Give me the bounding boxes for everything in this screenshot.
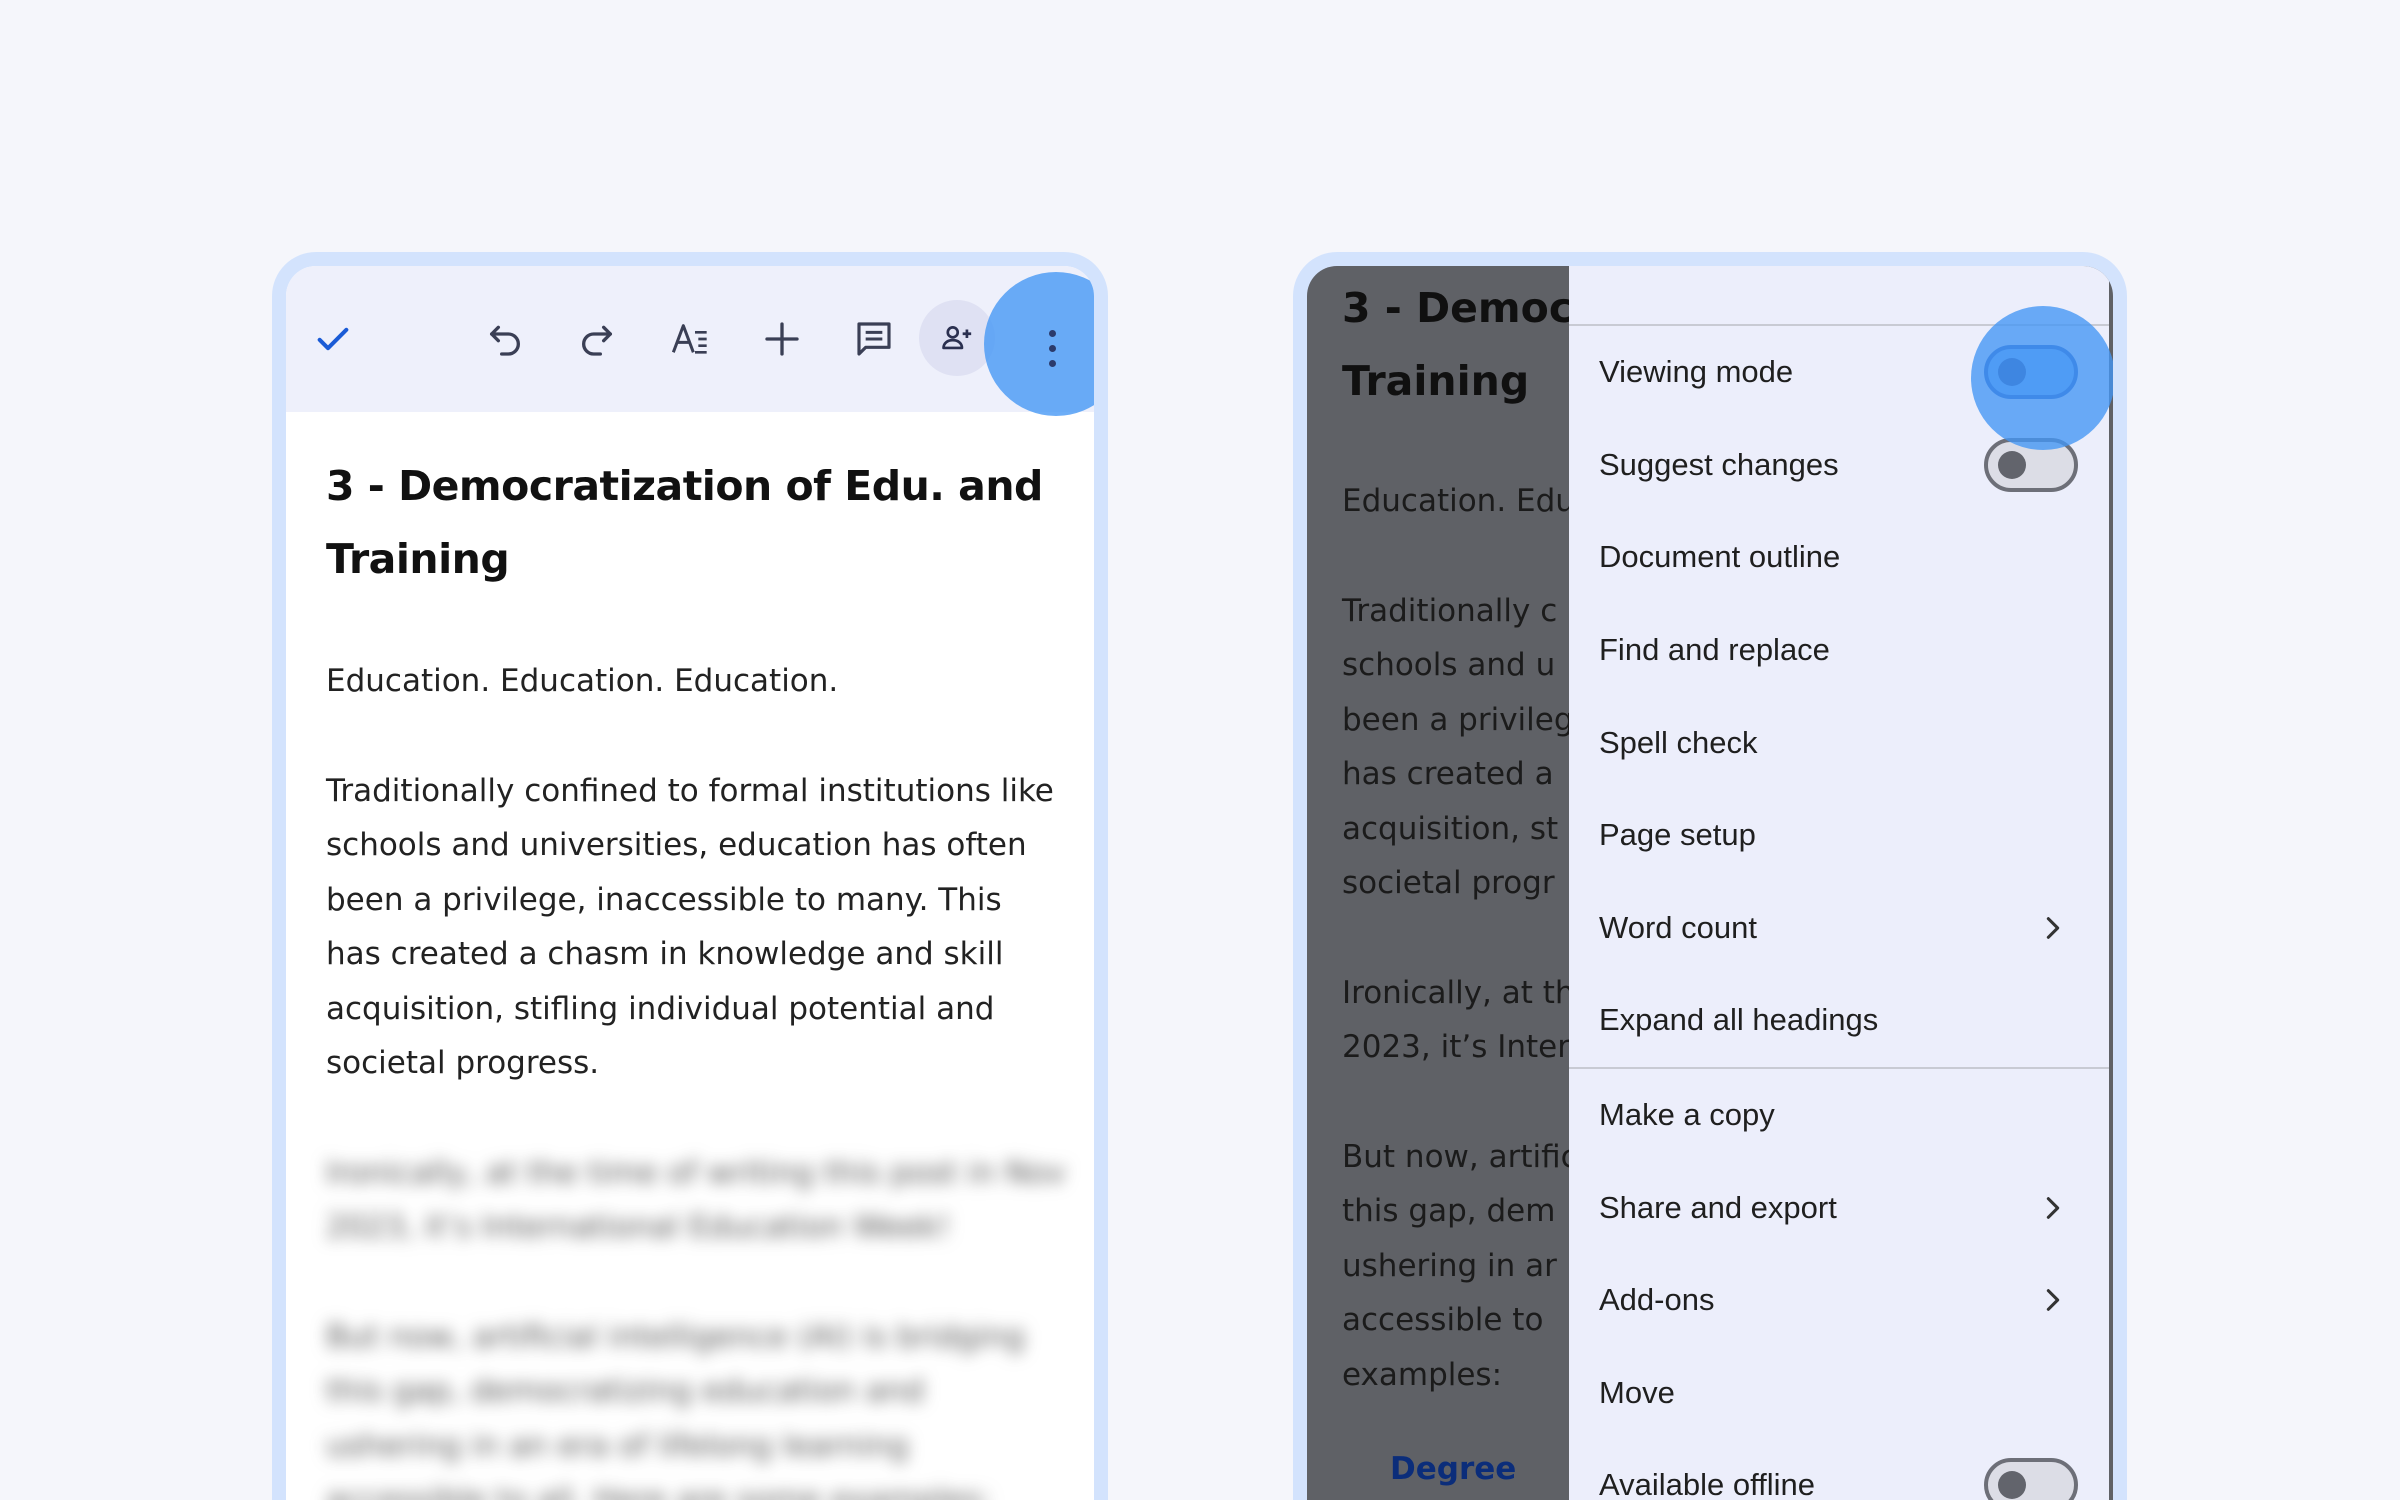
tap-highlight — [984, 272, 1094, 416]
plus-icon — [765, 322, 799, 356]
menu-item-move[interactable]: Move — [1569, 1347, 2109, 1440]
text-format-button[interactable] — [655, 304, 725, 374]
document-heading: 3 - Democratization of Edu. and Training — [326, 462, 1043, 583]
blurred-paragraph: Ironically, at the time of writing this … — [326, 1154, 1066, 1246]
document-body: 3 - Democratization of Edu. and Training… — [326, 412, 1074, 1500]
undo-button[interactable] — [470, 304, 540, 374]
redo-icon — [582, 325, 612, 356]
comment-icon — [857, 322, 891, 356]
overflow-menu: Viewing mode Suggest changes Document ou… — [1569, 266, 2109, 1500]
menu-item-word-count[interactable]: Word count — [1569, 882, 2109, 975]
chevron-right-icon — [2046, 1289, 2060, 1312]
menu-item-document-outline[interactable]: Document outline — [1569, 511, 2109, 604]
chevron-right-icon — [2046, 1196, 2060, 1219]
more-vert-icon[interactable] — [1049, 330, 1057, 370]
person-add-icon — [942, 326, 972, 350]
menu-item-find-replace[interactable]: Find and replace — [1569, 604, 2109, 697]
edit-toolbar — [286, 266, 1094, 416]
paragraph: Traditionally confined to formal institu… — [326, 772, 1054, 1082]
menu-item-expand-headings[interactable]: Expand all headings — [1569, 974, 2109, 1069]
blurred-paragraph: But now, artificial intelligence (AI) is… — [326, 1318, 1025, 1500]
comment-button[interactable] — [839, 304, 909, 374]
menu-item-make-copy[interactable]: Make a copy — [1569, 1069, 2109, 1162]
done-button[interactable] — [298, 304, 368, 374]
menu-item-add-ons[interactable]: Add-ons — [1569, 1254, 2109, 1347]
bullet-link[interactable]: Degree — [1390, 1451, 1516, 1487]
redo-button[interactable] — [562, 304, 632, 374]
available-offline-toggle[interactable] — [1984, 1458, 2078, 1500]
tap-highlight — [1971, 306, 2113, 450]
menu-item-share-export[interactable]: Share and export — [1569, 1161, 2109, 1254]
check-icon — [317, 327, 349, 351]
document-subtitle: Education. Education. Education. — [326, 663, 839, 699]
menu-item-spell-check[interactable]: Spell check — [1569, 696, 2109, 789]
left-phone-frame: 3 - Democratization of Edu. and Training… — [272, 252, 1108, 1500]
menu-item-page-setup[interactable]: Page setup — [1569, 789, 2109, 882]
right-phone-frame: 3 - Democ Training Education. Edu Tradit… — [1293, 252, 2127, 1500]
insert-button[interactable] — [747, 304, 817, 374]
text-format-icon — [671, 324, 707, 354]
menu-item-available-offline[interactable]: Available offline — [1569, 1439, 2109, 1500]
undo-icon — [490, 325, 520, 356]
chevron-right-icon — [2046, 917, 2060, 939]
